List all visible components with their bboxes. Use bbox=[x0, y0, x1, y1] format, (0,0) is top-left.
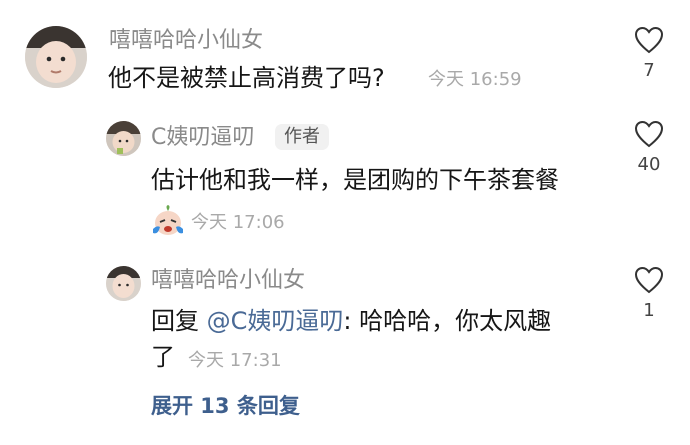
like-count: 1 bbox=[643, 300, 655, 321]
reply-text: : 哈哈哈，你太风趣 bbox=[343, 307, 552, 335]
like-button[interactable] bbox=[634, 120, 664, 152]
comment-username[interactable]: C姨叨逼叨 bbox=[151, 127, 254, 149]
comment-text: 他不是被禁止高消费了吗? bbox=[108, 64, 385, 92]
avatar-image bbox=[106, 266, 141, 301]
like-button[interactable] bbox=[634, 266, 664, 298]
heart-icon bbox=[634, 266, 664, 294]
avatar-image bbox=[106, 121, 141, 156]
comment-time: 今天 17:31 bbox=[188, 350, 282, 371]
comment-username[interactable]: 嘻嘻哈哈小仙女 bbox=[151, 270, 305, 292]
comment-time: 今天 16:59 bbox=[428, 69, 522, 90]
mention-link[interactable]: @C姨叨逼叨 bbox=[207, 307, 344, 335]
avatar-image bbox=[25, 26, 87, 88]
author-avatar[interactable] bbox=[106, 121, 141, 156]
like-count: 7 bbox=[643, 60, 655, 81]
heart-icon bbox=[634, 120, 664, 148]
comment-time: 今天 17:06 bbox=[191, 212, 285, 233]
comment-text: 回复 @C姨叨逼叨: 哈哈哈，你太风趣 bbox=[151, 307, 551, 336]
reply-prefix: 回复 bbox=[151, 307, 199, 335]
crying-laughing-emoji-icon bbox=[151, 205, 185, 241]
like-button[interactable] bbox=[634, 26, 664, 58]
comment-username[interactable]: 嘻嘻哈哈小仙女 bbox=[109, 30, 263, 52]
like-count: 40 bbox=[637, 154, 661, 175]
author-badge: 作者 bbox=[275, 124, 329, 150]
expand-replies-button[interactable]: 展开 13 条回复 bbox=[151, 396, 300, 417]
avatar[interactable] bbox=[25, 26, 87, 88]
heart-icon bbox=[634, 26, 664, 54]
comment-text: 估计他和我一样，是团购的下午茶套餐 bbox=[151, 166, 559, 194]
comment-text-continued: 了 bbox=[151, 343, 175, 371]
avatar[interactable] bbox=[106, 266, 141, 301]
